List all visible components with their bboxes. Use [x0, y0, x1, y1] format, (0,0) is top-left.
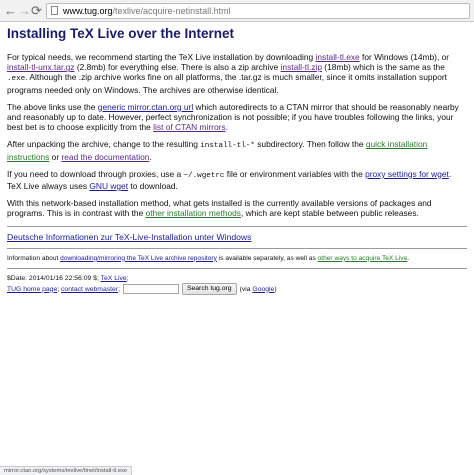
code-exe: .exe	[7, 75, 26, 84]
ctan-mirrors-link[interactable]: list of CTAN mirrors	[153, 122, 225, 132]
back-arrow-icon[interactable]: ←	[4, 3, 17, 18]
info-line: Information about downloading/mirroring …	[7, 254, 467, 263]
text: )	[274, 285, 277, 293]
contact-webmaster-link[interactable]: contact webmaster	[61, 286, 118, 293]
intro-paragraph: For typical needs, we recommend starting…	[7, 52, 467, 95]
deutsch-info-link[interactable]: Deutsche Informationen zur TeX-Live-Inst…	[7, 232, 251, 242]
text: (2.8mb) for everything else. There is al…	[74, 62, 281, 73]
install-tl-zip-link[interactable]: install-tl.zip	[281, 62, 322, 72]
url-path: /texlive/acquire-netinstall.html	[112, 6, 231, 16]
url-host: www.tug.org	[63, 6, 113, 16]
text: is available separately, as well as	[216, 254, 318, 262]
text: ;	[118, 285, 120, 293]
proxy-paragraph: If you need to download through proxies,…	[7, 169, 467, 191]
text: .	[149, 151, 152, 162]
text: file or environment variables with the	[224, 168, 366, 179]
proxy-settings-link[interactable]: proxy settings for wget	[365, 169, 449, 179]
footer-date-line: $Date: 2014/01/16 22:56:09 $; TeX Live;	[7, 274, 467, 283]
other-methods-link[interactable]: other installation methods	[146, 208, 241, 218]
page-icon	[51, 6, 58, 15]
install-tl-exe-link[interactable]: install-tl.exe	[316, 52, 360, 62]
tug-home-link[interactable]: TUG home page	[7, 286, 57, 293]
text: ;	[126, 274, 129, 282]
divider	[7, 247, 467, 249]
texlive-link[interactable]: TeX Live	[101, 275, 127, 282]
install-tl-unx-link[interactable]: install-tl-unx.tar.gz	[7, 62, 75, 72]
code-wgetrc: ~/.wgetrc	[183, 171, 225, 180]
text: For typical needs, we recommend starting…	[7, 52, 316, 62]
text: If you need to download through proxies,…	[7, 168, 184, 179]
divider	[7, 267, 467, 269]
divider	[7, 225, 467, 227]
deutsch-line: Deutsche Informationen zur TeX-Live-Inst…	[7, 232, 467, 243]
other-ways-link[interactable]: other ways to acquire TeX Live	[318, 255, 408, 262]
text: The above links use the	[7, 101, 98, 112]
text: After unpacking the archive, change to t…	[7, 139, 201, 150]
forward-arrow-icon[interactable]: →	[18, 3, 31, 18]
text: subdirectory. Then follow the	[254, 139, 366, 150]
page-title: Installing TeX Live over the Internet	[7, 26, 235, 41]
google-link[interactable]: Google	[252, 286, 274, 293]
unpack-paragraph: After unpacking the archive, change to t…	[7, 139, 467, 161]
page-content: Installing TeX Live over the Internet Fo…	[7, 26, 467, 296]
documentation-link[interactable]: read the documentation	[61, 152, 149, 162]
browser-toolbar: ← → ⟳ www.tug.org/texlive/acquire-netins…	[0, 0, 474, 22]
text: (18mb) which is the same as the	[321, 62, 445, 73]
mirroring-link[interactable]: downloading/mirroring the TeX Live archi…	[60, 255, 217, 262]
footer-links: TUG home page; contact webmaster;	[7, 285, 120, 294]
text: .	[225, 122, 228, 133]
text: to download.	[128, 181, 178, 192]
text: for Windows (14mb), or	[359, 52, 450, 62]
search-input[interactable]	[122, 284, 179, 295]
reload-icon[interactable]: ⟳	[31, 3, 42, 18]
generic-mirror-link[interactable]: generic mirror.ctan.org url	[98, 102, 193, 112]
text: or	[49, 151, 62, 162]
network-paragraph: With this network-based installation met…	[7, 198, 467, 218]
gnu-wget-link[interactable]: GNU wget	[89, 181, 128, 191]
text: Information about	[7, 254, 61, 262]
text: . Although the .zip archive works fine o…	[7, 72, 447, 95]
footer-search-row: TUG home page; contact webmaster; Search…	[7, 283, 467, 296]
status-bar: mirror.ctan.org/systems/texlive/tlnet/in…	[0, 466, 133, 475]
text: (via	[239, 285, 253, 293]
date-text: $Date: 2014/01/16 22:56:09 $;	[7, 274, 101, 282]
address-bar[interactable]: www.tug.org/texlive/acquire-netinstall.h…	[46, 3, 470, 19]
text: , which are kept stable between public r…	[241, 208, 419, 219]
code-install-dir: install-tl-*	[200, 142, 255, 151]
via-google: (via Google)	[240, 285, 277, 294]
text: .	[407, 254, 410, 262]
search-button[interactable]: Search tug.org	[181, 283, 237, 296]
mirror-paragraph: The above links use the generic mirror.c…	[7, 102, 467, 133]
